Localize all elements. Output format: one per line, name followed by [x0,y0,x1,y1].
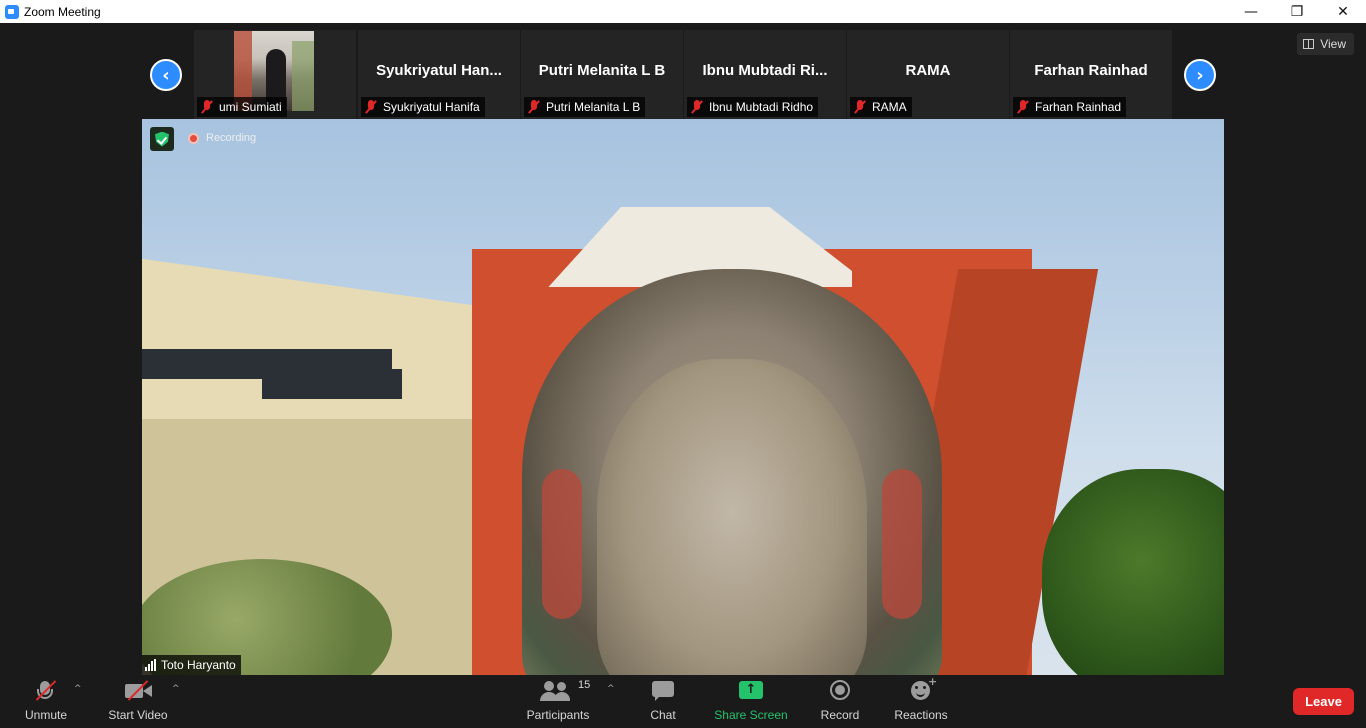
participant-label: Putri Melanita L B [524,97,646,117]
participant-name: umi Sumiati [219,100,282,114]
participants-options-caret-icon[interactable]: ^ [607,684,615,694]
participant-tile[interactable]: RAMA RAMA [847,30,1009,120]
participant-strip: ‹ umi Sumiati Syukriyatul Han... Syukriy… [142,27,1224,121]
start-video-label: Start Video [108,708,168,722]
leave-button[interactable]: Leave [1293,688,1354,715]
window-controls: — ❐ ✕ [1228,0,1366,23]
close-button[interactable]: ✕ [1320,0,1366,23]
participant-tile[interactable]: Syukriyatul Han... Syukriyatul Hanifa [358,30,520,120]
video-scene-tree [1042,469,1224,675]
zoom-app-icon [5,4,19,19]
participant-label: Ibnu Mubtadi Ridho [687,97,819,117]
speaker-name: Toto Haryanto [161,658,236,672]
mic-muted-icon [28,677,64,703]
title-bar: Zoom Meeting — ❐ ✕ [0,0,1366,23]
active-speaker-video: Recording Toto Haryanto [142,119,1224,675]
participant-name: RAMA [872,100,907,114]
unmute-label: Unmute [24,708,68,722]
participants-count: 15 [578,679,591,691]
encryption-shield-icon[interactable] [150,127,174,151]
video-speaker [522,269,942,675]
gallery-grid-icon [1303,39,1315,49]
mic-muted-icon [691,100,703,114]
signal-strength-icon [145,659,156,671]
chat-label: Chat [650,708,676,722]
video-speaker-headphone [542,469,582,619]
view-button-label: View [1320,37,1346,51]
window-title: Zoom Meeting [24,4,101,19]
mic-muted-icon [365,100,377,114]
meeting-area: View ‹ umi Sumiati Syukriyatul Han... Sy… [0,23,1366,675]
participant-name: Farhan Rainhad [1035,100,1122,114]
view-button[interactable]: View [1297,33,1354,55]
participant-label: RAMA [850,97,912,117]
recording-dot-icon [188,132,199,144]
video-off-icon [120,677,156,703]
start-video-button[interactable]: Start Video [104,675,172,728]
mic-muted-icon [854,100,866,114]
mic-muted-icon [1017,100,1029,114]
record-label: Record [820,708,860,722]
strip-next-button[interactable]: › [1184,59,1216,91]
reactions-label: Reactions [894,708,948,722]
participant-tile[interactable]: umi Sumiati [194,30,356,120]
participant-tile[interactable]: Putri Melanita L B Putri Melanita L B [521,30,683,120]
video-speaker-headphone [882,469,922,619]
shield-icon [155,131,169,147]
unmute-button[interactable]: Unmute [20,675,72,728]
share-screen-button[interactable]: ↑ Share Screen [714,675,788,728]
reactions-button[interactable]: + Reactions [893,675,949,728]
participant-label: umi Sumiati [197,97,287,117]
participant-name: Syukriyatul Hanifa [383,100,480,114]
record-icon [822,677,858,703]
strip-prev-button[interactable]: ‹ [150,59,182,91]
participants-icon: 15 [540,677,590,703]
recording-label: Recording [206,132,257,144]
restore-button[interactable]: ❐ [1274,0,1320,23]
speaker-name-label: Toto Haryanto [142,655,241,675]
participant-display-name: Putri Melanita L B [538,62,666,79]
participant-label: Farhan Rainhad [1013,97,1127,117]
reactions-icon: + [903,675,939,703]
video-options-caret-icon[interactable]: ^ [172,684,180,694]
chat-icon [645,677,681,703]
participants-button[interactable]: 15 Participants [524,675,592,728]
participant-display-name: Ibnu Mubtadi Ri... [702,62,828,79]
share-screen-icon: ↑ [733,677,769,703]
share-screen-label: Share Screen [714,708,788,722]
record-button[interactable]: Record [818,675,862,728]
participant-label: Syukriyatul Hanifa [361,97,485,117]
share-arrow-icon: ↑ [739,681,763,699]
recording-indicator: Recording [188,132,256,144]
video-scene-window [262,369,402,399]
participant-display-name: Farhan Rainhad [1034,62,1148,79]
participant-display-name: Syukriyatul Han... [376,62,502,79]
participant-tile[interactable]: Farhan Rainhad Farhan Rainhad [1010,30,1172,120]
audio-options-caret-icon[interactable]: ^ [74,684,82,694]
participants-label: Participants [526,708,590,722]
video-speaker-face [597,359,867,675]
participant-name: Putri Melanita L B [546,100,641,114]
mic-muted-icon [528,100,540,114]
chat-button[interactable]: Chat [644,675,682,728]
minimize-button[interactable]: — [1228,0,1274,23]
participant-display-name: RAMA [905,62,951,79]
meeting-toolbar: Unmute ^ Start Video ^ 15 Participants ^… [0,675,1366,728]
participant-tile[interactable]: Ibnu Mubtadi Ri... Ibnu Mubtadi Ridho [684,30,846,120]
participant-name: Ibnu Mubtadi Ridho [709,100,814,114]
mic-muted-icon [201,100,213,114]
